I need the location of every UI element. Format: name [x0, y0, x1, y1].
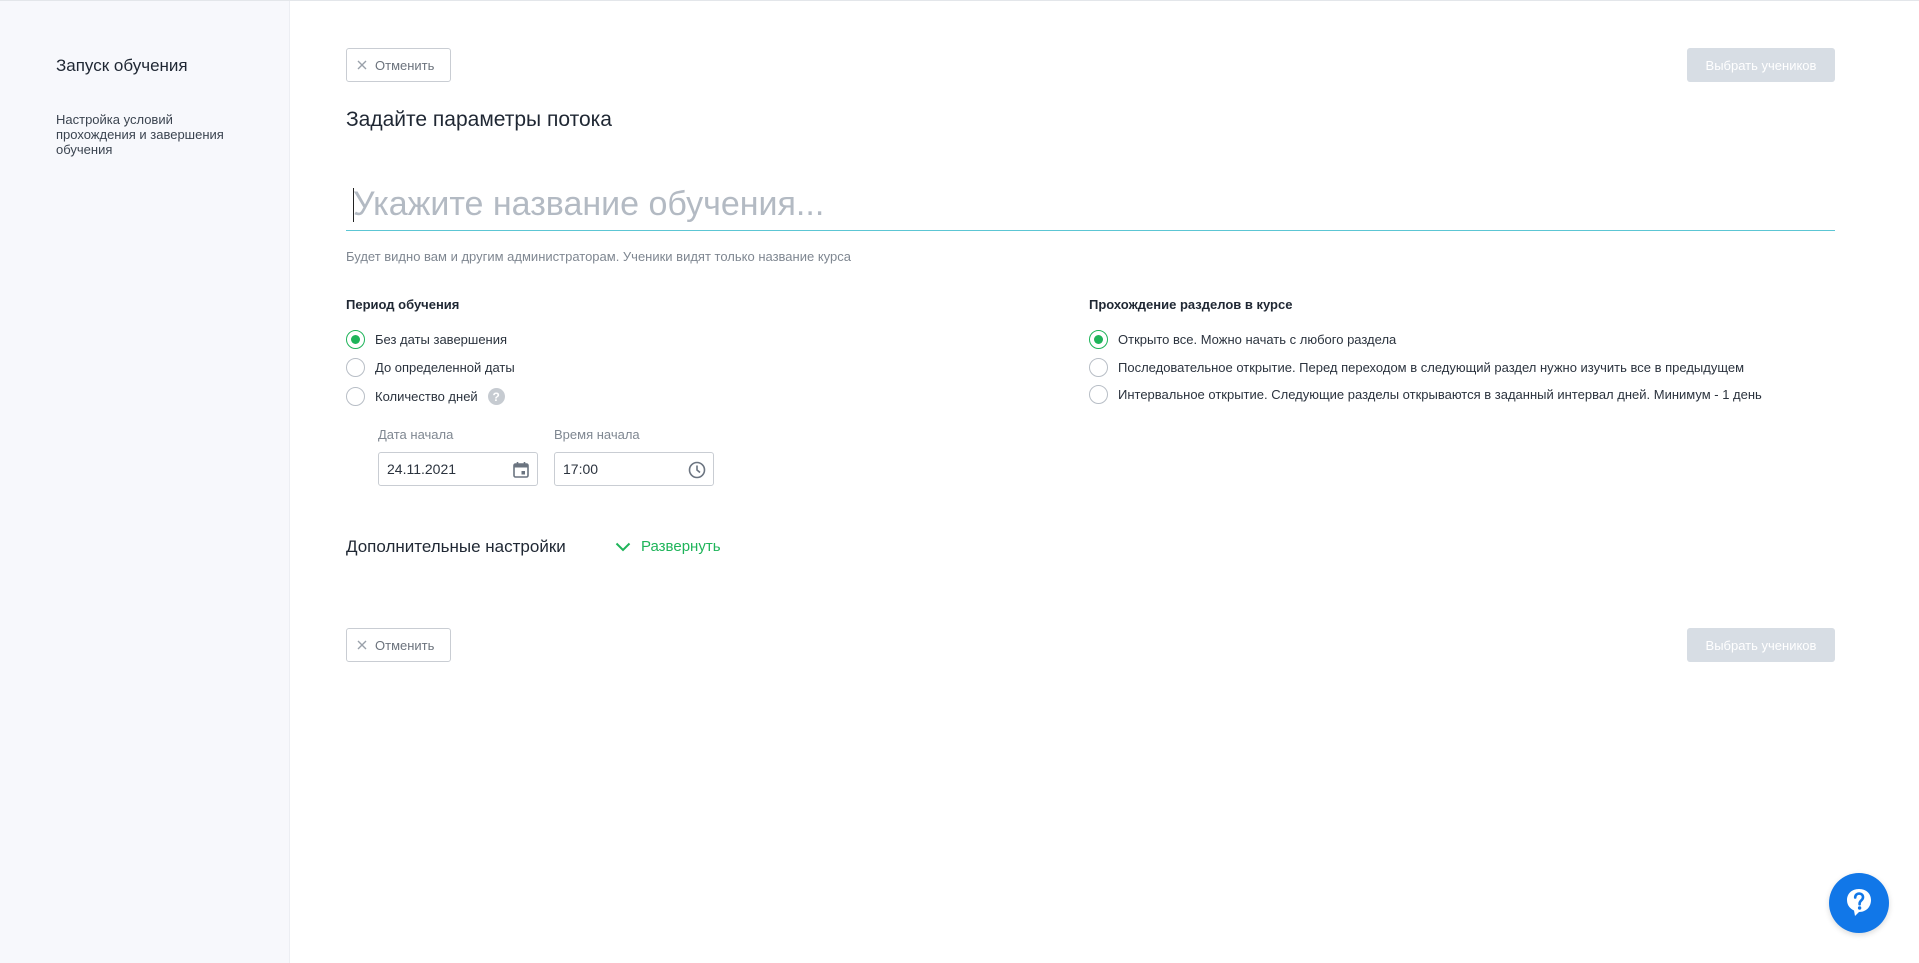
question-icon	[1847, 889, 1871, 916]
period-option-label: Без даты завершения	[375, 332, 508, 347]
start-date-label: Дата начала	[378, 427, 454, 442]
main-content: Отменить Выбрать учеников Задайте параме…	[290, 1, 1919, 963]
radio-unchecked[interactable]	[346, 358, 365, 377]
sections-option-all-open[interactable]: Открыто все. Можно начать с любого разде…	[1089, 330, 1396, 349]
expand-label: Развернуть	[641, 538, 721, 555]
radio-unchecked[interactable]	[1089, 358, 1108, 377]
sidebar-title[interactable]: Запуск обучения	[56, 56, 188, 76]
radio-unchecked[interactable]	[346, 387, 365, 406]
sections-section-title: Прохождение разделов в курсе	[1089, 297, 1293, 312]
course-name-field	[346, 178, 1835, 231]
period-option-until-date[interactable]: До определенной даты	[346, 358, 515, 377]
radio-unchecked[interactable]	[1089, 385, 1108, 404]
page-title: Задайте параметры потока	[346, 108, 612, 131]
cancel-button-top[interactable]: Отменить	[346, 48, 451, 82]
close-icon	[356, 59, 368, 71]
period-option-days[interactable]: Количество дней ?	[346, 387, 505, 406]
sections-option-label: Открыто все. Можно начать с любого разде…	[1118, 332, 1397, 347]
start-date-input[interactable]: 24.11.2021	[378, 452, 538, 486]
select-students-button-bottom[interactable]: Выбрать учеников	[1687, 628, 1835, 662]
sidebar-subtitle[interactable]: Настройка условий прохождения и завершен…	[56, 112, 226, 157]
chevron-down-icon	[615, 542, 631, 551]
calendar-icon[interactable]	[511, 460, 531, 480]
start-date-value: 24.11.2021	[387, 461, 457, 477]
course-name-input[interactable]	[346, 178, 1835, 230]
cancel-button-label: Отменить	[375, 637, 435, 653]
cancel-button-bottom[interactable]: Отменить	[346, 628, 451, 662]
start-time-input[interactable]: 17:00	[554, 452, 714, 486]
period-option-label: До определенной даты	[375, 360, 515, 375]
course-name-hint: Будет видно вам и другим администраторам…	[346, 249, 851, 264]
start-time-label: Время начала	[554, 427, 640, 442]
sidebar: Запуск обучения Настройка условий прохож…	[0, 1, 290, 963]
question-icon[interactable]: ?	[487, 388, 505, 405]
expand-extra-settings[interactable]: Развернуть	[615, 538, 721, 555]
text-caret	[353, 188, 354, 222]
sections-option-sequential[interactable]: Последовательное открытие. Перед переход…	[1089, 358, 1744, 377]
clock-icon[interactable]	[687, 460, 707, 480]
radio-checked[interactable]	[346, 330, 365, 349]
extra-settings-title: Дополнительные настройки	[346, 537, 566, 556]
sections-option-label: Последовательное открытие. Перед переход…	[1118, 360, 1745, 375]
radio-checked[interactable]	[1089, 330, 1108, 349]
period-section-title: Период обучения	[346, 297, 460, 312]
period-option-label: Количество дней	[375, 389, 478, 404]
period-option-no-end[interactable]: Без даты завершения	[346, 330, 507, 349]
select-students-button-top[interactable]: Выбрать учеников	[1687, 48, 1835, 82]
sections-option-label: Интервальное открытие. Следующие разделы…	[1118, 387, 1762, 402]
close-icon	[356, 639, 368, 651]
help-button[interactable]	[1829, 873, 1889, 933]
cancel-button-label: Отменить	[375, 57, 435, 73]
start-time-value: 17:00	[563, 461, 599, 477]
sections-option-interval[interactable]: Интервальное открытие. Следующие разделы…	[1089, 385, 1762, 404]
